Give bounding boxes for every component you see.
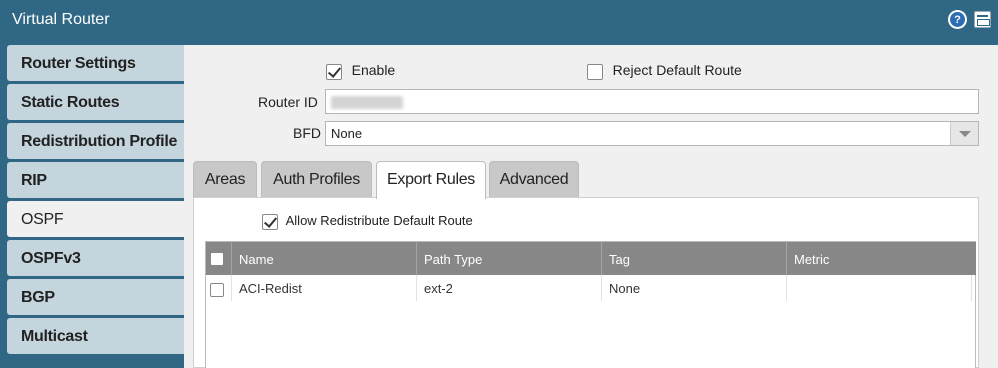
allow-redistribute-label: Allow Redistribute Default Route	[285, 213, 473, 228]
window-title: Virtual Router	[12, 11, 110, 28]
reject-default-route-label: Reject Default Route	[612, 62, 742, 78]
enable-checkbox[interactable]	[326, 63, 342, 80]
select-all-cell	[206, 242, 232, 275]
row-select-cell	[206, 275, 232, 301]
tab-advanced[interactable]: Advanced	[489, 161, 579, 197]
sidebar: Router Settings Static Routes Redistribu…	[7, 45, 184, 357]
column-header-path-type[interactable]: Path Type	[417, 242, 602, 275]
row-select-checkbox[interactable]	[210, 282, 224, 297]
tab-areas[interactable]: Areas	[193, 161, 257, 197]
router-id-redacted-value	[331, 96, 403, 110]
bfd-selected-value: None	[331, 126, 363, 141]
column-header-tag[interactable]: Tag	[602, 242, 787, 275]
router-id-label: Router ID	[258, 94, 318, 110]
enable-option[interactable]: Enable	[326, 62, 395, 80]
sidebar-item-static-routes[interactable]: Static Routes	[7, 84, 184, 120]
sidebar-item-multicast[interactable]: Multicast	[7, 318, 184, 354]
tab-export-rules[interactable]: Export Rules	[376, 161, 486, 199]
sidebar-item-rip[interactable]: RIP	[7, 162, 184, 198]
row-path-type-cell: ext-2	[417, 275, 602, 301]
bfd-select[interactable]: None	[325, 121, 979, 146]
router-id-input[interactable]	[325, 89, 979, 114]
sidebar-item-ospf[interactable]: OSPF	[7, 201, 184, 237]
sidebar-item-redistribution-profile[interactable]: Redistribution Profile	[7, 123, 184, 159]
help-icon[interactable]: ?	[948, 10, 967, 29]
row-metric-cell	[787, 275, 972, 301]
reject-default-route-checkbox[interactable]	[587, 63, 603, 80]
table-header: Name Path Type Tag Metric	[206, 242, 976, 275]
sidebar-item-bgp[interactable]: BGP	[7, 279, 184, 315]
sidebar-item-ospfv3[interactable]: OSPFv3	[7, 240, 184, 276]
reject-default-route-option[interactable]: Reject Default Route	[587, 62, 742, 80]
column-header-metric[interactable]: Metric	[787, 242, 976, 275]
column-header-name[interactable]: Name	[232, 242, 417, 275]
window-title-bar: Virtual Router ?	[0, 0, 998, 44]
export-rules-table: Name Path Type Tag Metric ACI-Redist ext…	[205, 241, 976, 368]
export-rules-panel: Allow Redistribute Default Route Name Pa…	[193, 197, 979, 368]
enable-label: Enable	[351, 62, 396, 78]
ospf-panel: Enable Reject Default Route Router ID BF…	[184, 45, 998, 368]
sidebar-item-router-settings[interactable]: Router Settings	[7, 45, 184, 81]
select-all-checkbox[interactable]	[210, 251, 224, 266]
allow-redistribute-option[interactable]: Allow Redistribute Default Route	[262, 213, 473, 230]
chevron-down-icon[interactable]	[950, 122, 978, 145]
table-row[interactable]: ACI-Redist ext-2 None	[206, 275, 976, 301]
row-name-cell[interactable]: ACI-Redist	[232, 275, 417, 301]
allow-redistribute-checkbox[interactable]	[262, 213, 278, 230]
tab-auth-profiles[interactable]: Auth Profiles	[261, 161, 372, 197]
row-tag-cell: None	[602, 275, 787, 301]
help-glyph: ?	[950, 12, 965, 27]
bfd-label: BFD	[293, 125, 321, 141]
window-maximize-icon[interactable]	[974, 11, 991, 28]
